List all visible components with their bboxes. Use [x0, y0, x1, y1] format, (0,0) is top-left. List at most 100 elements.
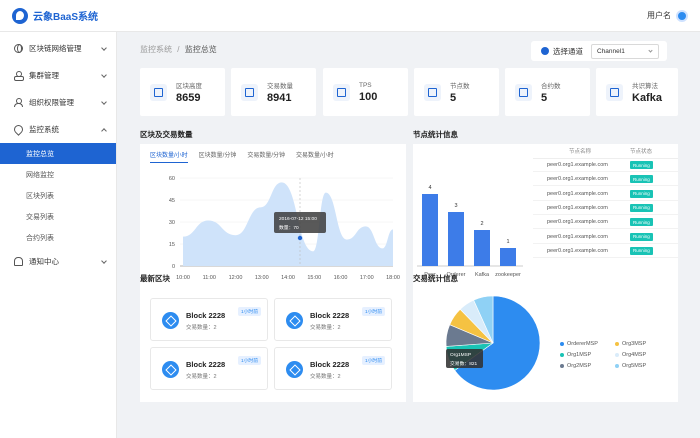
- legend-item[interactable]: Org3MSP: [615, 341, 646, 347]
- legend-dot-icon: [615, 342, 619, 346]
- bar-value-label: 3: [454, 203, 457, 209]
- legend-dot-icon: [560, 364, 564, 368]
- table-row[interactable]: peer0.org1.example.com Running: [533, 245, 678, 258]
- node-bar-chart: 4Peer3Orderer2Kafka1zookeeper: [417, 185, 523, 278]
- sidebar-item-org[interactable]: 组织权限管理: [0, 89, 116, 116]
- cube-icon: [162, 361, 179, 378]
- x-tick-label: 14:00: [281, 275, 295, 281]
- status-badge: Running: [630, 175, 653, 184]
- sidebar-item-cluster[interactable]: 集群管理: [0, 62, 116, 89]
- chevron-down-icon: [101, 45, 107, 51]
- stat-contract-count: 合约数 5: [505, 68, 590, 116]
- main-content: 监控系统 / 监控总览 选择通道 Channel1 区块高度 8659 交易数量 8…: [117, 32, 700, 438]
- block-card[interactable]: Block 2228 交易数量：2 1小时前: [274, 298, 392, 341]
- channel-select[interactable]: Channel1: [591, 43, 659, 59]
- app-title: 云象BaaS系统: [33, 12, 99, 23]
- area-chart-panel: 区块数量/小时 区块数量/分钟 交易数量/分钟 交易数量/小时 0 15 30 45 6…: [140, 144, 406, 292]
- x-tick-label: 13:00: [255, 275, 269, 281]
- bar: [422, 194, 438, 266]
- stat-value: 8941: [267, 92, 292, 104]
- block-tx-count: 交易数量：2: [310, 325, 341, 331]
- table-row[interactable]: peer0.org1.example.com Running: [533, 173, 678, 187]
- sidebar-item-network-monitor[interactable]: 网络监控: [0, 164, 116, 185]
- table-row[interactable]: peer0.org1.example.com Running: [533, 216, 678, 230]
- sidebar-item-label: 通知中心: [29, 257, 59, 266]
- user-icon: [14, 98, 23, 107]
- stat-block-height: 区块高度 8659: [140, 68, 225, 116]
- stat-value: 8659: [176, 92, 201, 104]
- sidebar-item-block-list[interactable]: 区块列表: [0, 185, 116, 206]
- sidebar-item-overview[interactable]: 监控总览: [0, 143, 116, 164]
- breadcrumb-current: 监控总览: [184, 45, 217, 54]
- legend-label: Org1MSP: [567, 352, 592, 358]
- data-point-marker: [297, 235, 303, 241]
- chevron-up-icon: [101, 128, 107, 134]
- stat-tps: TPS 100: [323, 68, 408, 116]
- status-badge: Running: [630, 161, 653, 169]
- bar: [448, 212, 464, 266]
- y-tick-label: 45: [169, 198, 175, 204]
- legend-item[interactable]: Org4MSP: [615, 352, 646, 358]
- legend-item[interactable]: Org1MSP: [560, 352, 591, 358]
- channel-selected-value: Channel1: [597, 47, 625, 55]
- block-tx-count: 交易数量：2: [310, 374, 341, 380]
- x-tick-label: 12:00: [229, 275, 243, 281]
- chevron-down-icon: [101, 72, 107, 78]
- area-section-title: 区块及交易数量: [140, 130, 193, 139]
- sidebar-item-contract-list[interactable]: 合约列表: [0, 227, 116, 248]
- legend-label: Org3MSP: [622, 341, 647, 347]
- table-row[interactable]: peer0.org1.example.com Running: [533, 231, 678, 244]
- breadcrumb-parent[interactable]: 监控系统: [140, 45, 172, 54]
- legend-item[interactable]: Org5MSP: [615, 363, 646, 369]
- x-tick-label: 18:00: [386, 275, 400, 281]
- sidebar-item-notifications[interactable]: 通知中心: [0, 248, 116, 275]
- channel-selector: 选择通道 Channel1: [531, 41, 667, 61]
- x-tick-label: 15:00: [307, 275, 321, 281]
- contract-icon: [515, 83, 532, 101]
- block-time-badge: 1小时前: [361, 356, 385, 365]
- legend-label: Org2MSP: [567, 363, 592, 369]
- block-card[interactable]: Block 2228 交易数量：2 1小时前: [274, 347, 392, 390]
- legend-label: OrdererMSP: [567, 341, 598, 347]
- blocks-panel: Block 2228 交易数量：2 1小时前 Block 2228 交易数量：2 1小时…: [140, 288, 406, 402]
- block-card[interactable]: Block 2228 交易数量：2 1小时前: [150, 347, 268, 390]
- sidebar-item-network[interactable]: 区块链网络管理: [0, 35, 116, 62]
- column-header-node-status: 节点状态: [630, 149, 653, 155]
- bar-value-label: 4: [428, 185, 431, 191]
- channel-icon: [541, 47, 549, 55]
- table-header: 节点名称 节点状态: [533, 144, 678, 159]
- stat-label: 节点数: [450, 83, 470, 90]
- sidebar-item-tx-list[interactable]: 交易列表: [0, 206, 116, 227]
- breadcrumb: 监控系统 / 监控总览: [140, 44, 217, 55]
- block-card[interactable]: Block 2228 交易数量：2 1小时前: [150, 298, 268, 341]
- node-name-cell: peer0.org1.example.com: [547, 204, 608, 211]
- cube-icon: [162, 312, 179, 329]
- block-name: Block 2228: [186, 360, 226, 369]
- block-time-badge: 1小时前: [237, 356, 261, 365]
- legend-dot-icon: [560, 353, 564, 357]
- user-menu[interactable]: 用户名: [647, 9, 688, 22]
- code-icon: [606, 83, 623, 101]
- bar: [500, 248, 516, 266]
- logo[interactable]: 云象BaaS系统: [12, 7, 99, 24]
- table-row[interactable]: peer0.org1.example.com Running: [533, 159, 678, 172]
- legend-item[interactable]: Org2MSP: [560, 363, 591, 369]
- block-tx-count: 交易数量：2: [186, 325, 217, 331]
- node-icon: [424, 83, 441, 101]
- stat-label: 合约数: [541, 83, 561, 90]
- block-name: Block 2228: [310, 360, 350, 369]
- tx-section-title: 交易统计信息: [413, 274, 458, 283]
- legend-item[interactable]: OrdererMSP: [560, 341, 598, 347]
- legend-label: Org4MSP: [622, 352, 647, 358]
- sidebar-item-monitor[interactable]: 监控系统: [0, 116, 116, 143]
- table-row[interactable]: peer0.org1.example.com Running: [533, 202, 678, 215]
- cube-icon: [286, 361, 303, 378]
- sidebar-item-label: 监控系统: [29, 125, 59, 134]
- avatar[interactable]: [676, 9, 688, 22]
- x-tick-label: 16:00: [334, 275, 348, 281]
- y-tick-label: 0: [172, 264, 175, 270]
- node-name-cell: peer0.org1.example.com: [547, 233, 608, 240]
- area-chart: 0 15 30 45 60 10:00 11:00 12:00 13:00 14:00 15:00 1…: [169, 176, 400, 281]
- y-tick-label: 60: [169, 176, 175, 182]
- table-row[interactable]: peer0.org1.example.com Running: [533, 188, 678, 201]
